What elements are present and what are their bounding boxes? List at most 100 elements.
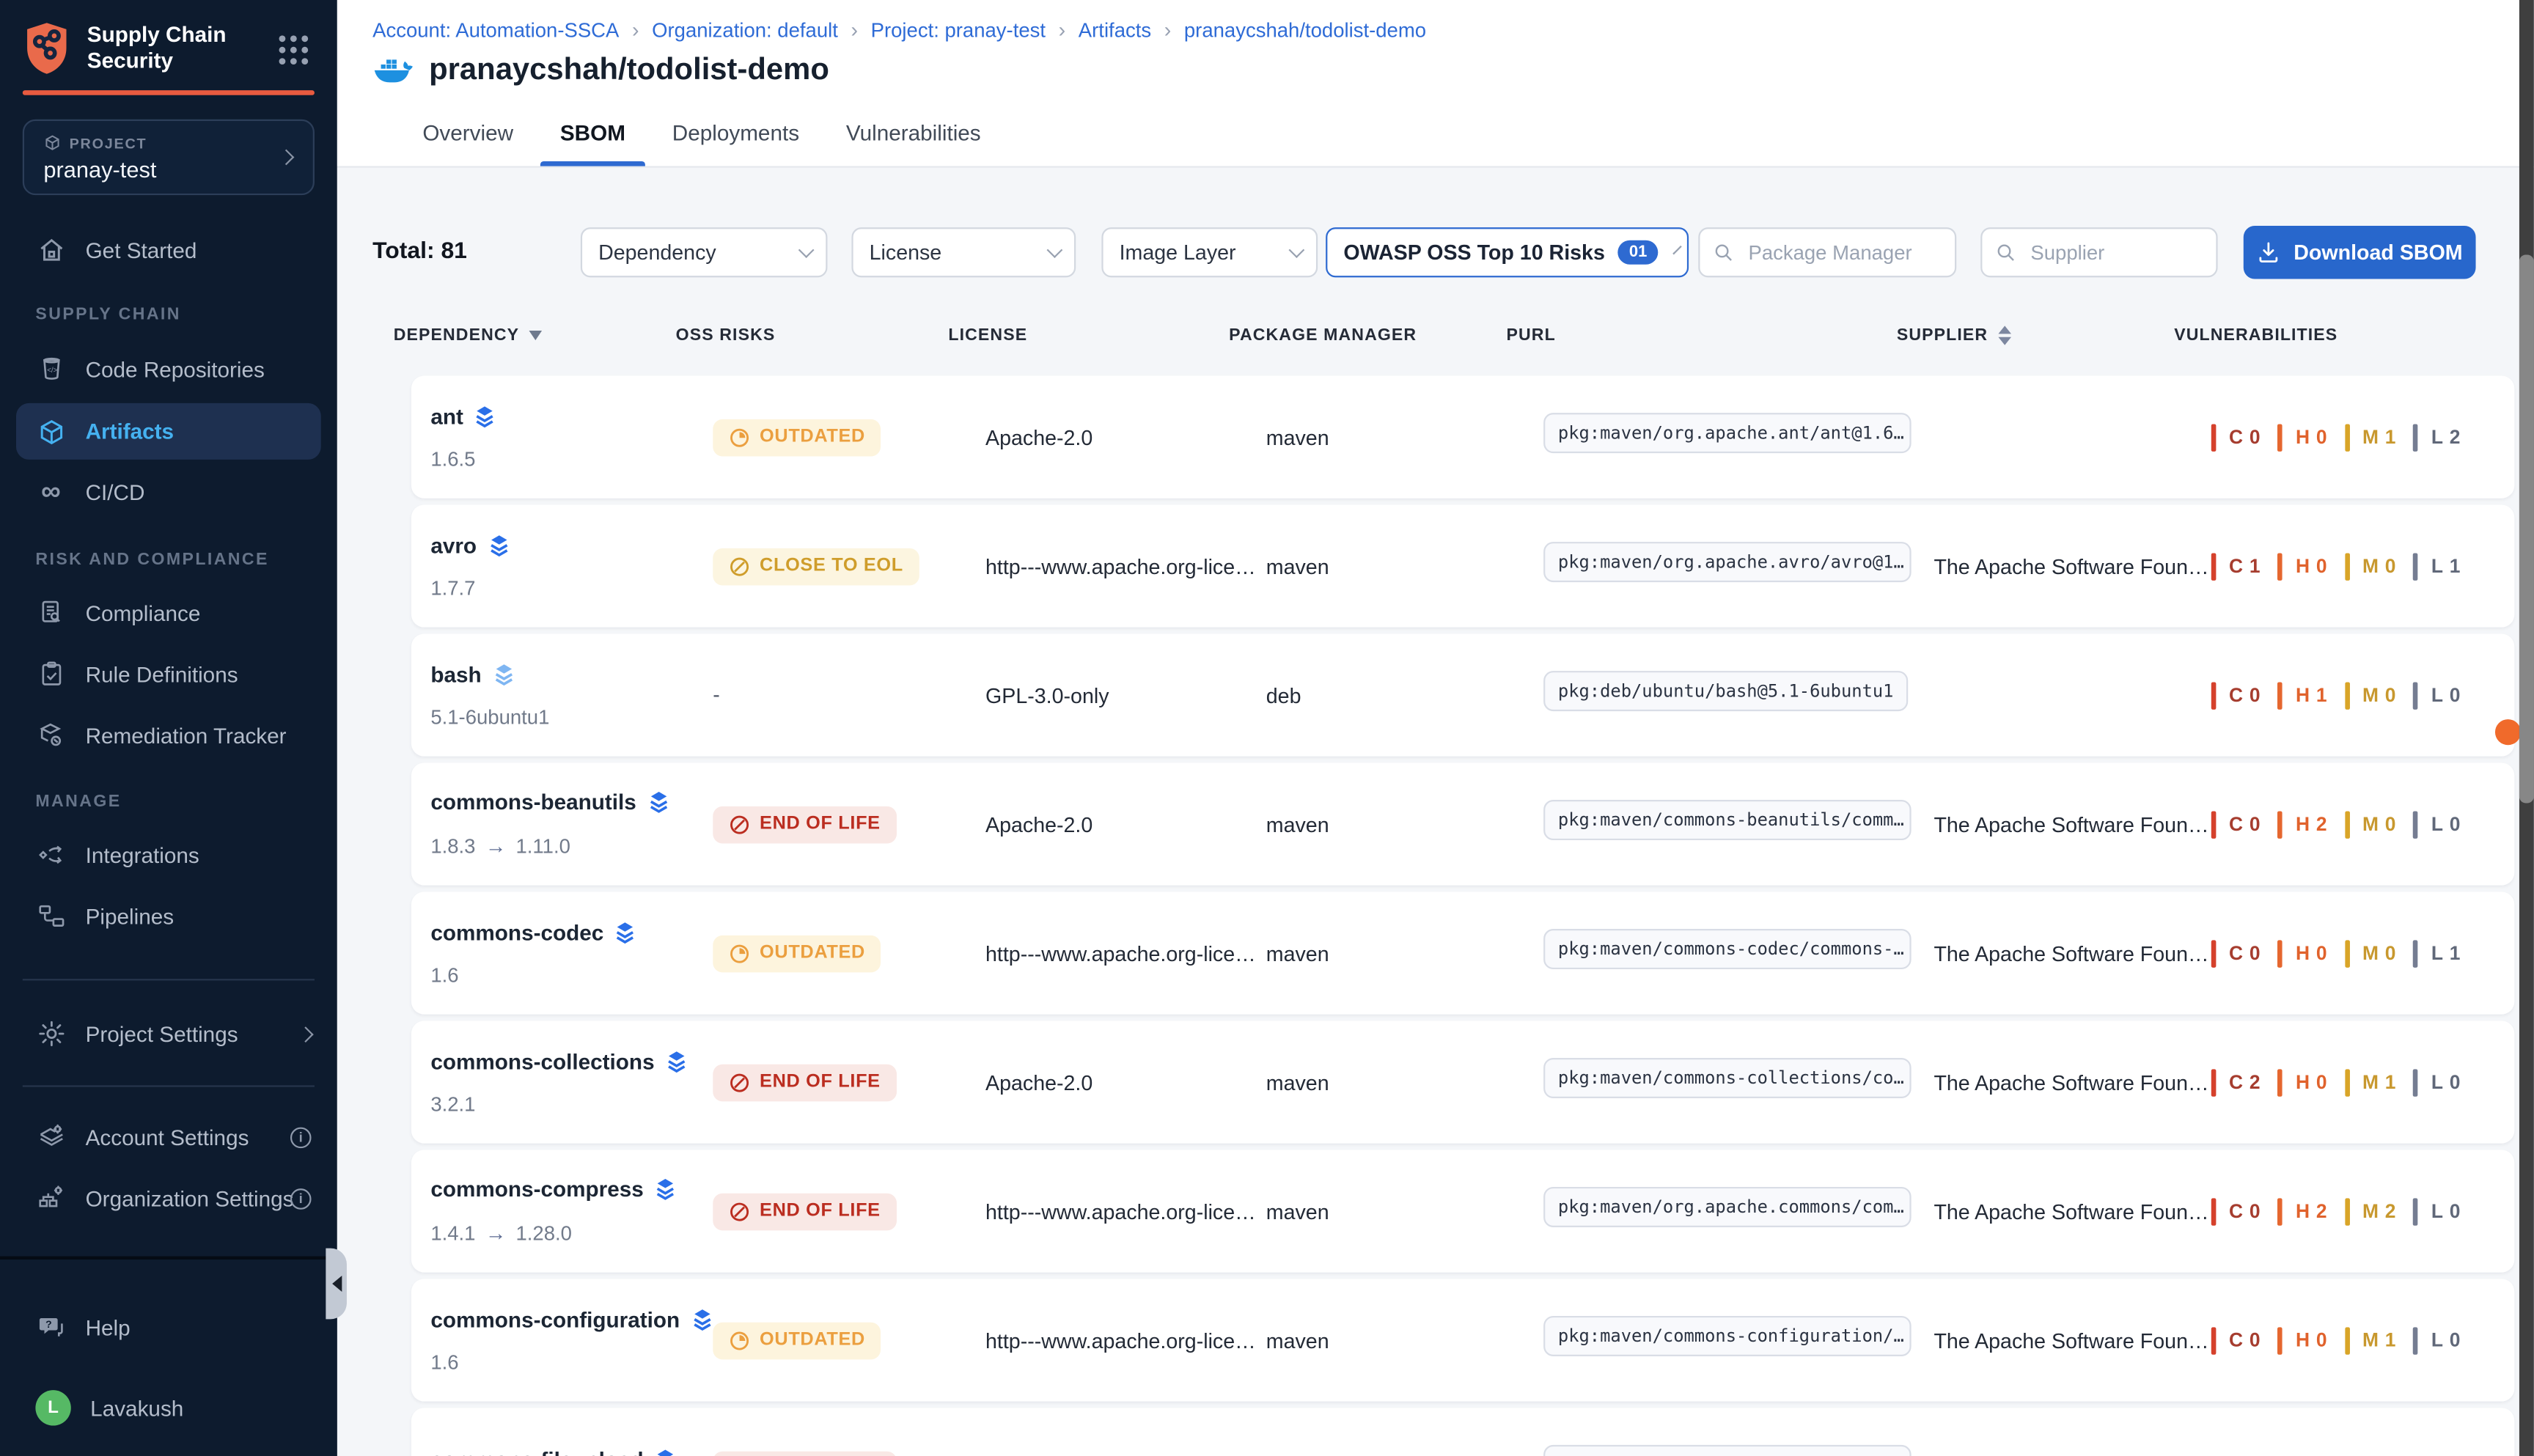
sidebar-collapse-handle[interactable] bbox=[326, 1249, 347, 1320]
table-row[interactable]: ant 1.6.5 OUTDATED Apache-2.0 maven pkg:… bbox=[411, 376, 2514, 499]
owasp-count-badge: 01 bbox=[1617, 240, 1658, 265]
user-name: Lavakush bbox=[90, 1396, 183, 1420]
dependency-cell: commons-configuration 1.6 bbox=[430, 1307, 713, 1373]
layers-icon bbox=[655, 1177, 676, 1202]
purl-chip[interactable]: pkg:maven/commons-beanutils/comm… bbox=[1543, 800, 1911, 840]
column-dependency[interactable]: DEPENDENCY bbox=[394, 326, 676, 345]
dependency-cell: commons-codec 1.6 bbox=[430, 920, 713, 986]
purl-chip[interactable]: pkg:maven/commons-collections/co… bbox=[1543, 1058, 1911, 1098]
purl-chip[interactable]: pkg:maven/org.apache.avro/avro@1… bbox=[1543, 542, 1911, 582]
medium-count: M0 bbox=[2345, 552, 2396, 579]
tab-deployments[interactable]: Deployments bbox=[672, 121, 799, 166]
image-layer-filter-dropdown[interactable]: Image Layer bbox=[1101, 227, 1318, 277]
breadcrumb-separator: › bbox=[851, 18, 858, 42]
tab-overview[interactable]: Overview bbox=[422, 121, 513, 166]
oss-risk-badge: OUTDATED bbox=[713, 935, 881, 972]
table-row[interactable]: avro 1.7.7 CLOSE TO EOL http---www.apach… bbox=[411, 505, 2514, 628]
page-title: pranaycshah/todolist-demo bbox=[429, 54, 829, 89]
sidebar-item-cicd[interactable]: ∞ CI/CD bbox=[0, 468, 337, 516]
breadcrumb-artifact-name[interactable]: pranaycshah/todolist-demo bbox=[1184, 18, 1426, 41]
breadcrumb-separator: › bbox=[1164, 18, 1172, 42]
breadcrumb-project[interactable]: Project: pranay-test bbox=[871, 18, 1046, 41]
oss-risk-label: END OF LIFE bbox=[760, 1073, 881, 1092]
vulnerabilities-cell: C0 H2 M2 L0 bbox=[2211, 1197, 2515, 1224]
column-supplier[interactable]: SUPPLIER bbox=[1897, 326, 2174, 345]
sidebar-item-organization-settings[interactable]: Organization Settings i bbox=[0, 1174, 337, 1222]
oss-risk-cell: - bbox=[713, 680, 985, 710]
collapse-arrow-icon bbox=[331, 1276, 341, 1292]
tab-vulnerabilities[interactable]: Vulnerabilities bbox=[846, 121, 981, 166]
sidebar-item-code-repositories[interactable]: </> Code Repositories bbox=[0, 345, 337, 394]
sidebar-item-integrations[interactable]: Integrations bbox=[0, 831, 337, 879]
project-selector[interactable]: PROJECT pranay-test bbox=[23, 120, 315, 195]
high-count: H2 bbox=[2278, 810, 2327, 837]
table-row[interactable]: bash 5.1-6ubuntu1 - GPL-3.0-only deb pkg… bbox=[411, 633, 2514, 756]
medium-count: M0 bbox=[2345, 939, 2396, 966]
sidebar-item-account-settings[interactable]: Account Settings i bbox=[0, 1113, 337, 1161]
module-switcher-icon[interactable] bbox=[279, 35, 309, 65]
sidebar-divider bbox=[23, 1085, 315, 1087]
chevron-right-icon bbox=[298, 1026, 314, 1042]
table-row[interactable]: commons-codec 1.6 OUTDATED http---www.ap… bbox=[411, 891, 2514, 1014]
license-cell: GPL-3.0-only bbox=[985, 683, 1266, 707]
breadcrumb-account[interactable]: Account: Automation-SSCA bbox=[372, 18, 619, 41]
high-count: H0 bbox=[2278, 1326, 2327, 1353]
table-header: DEPENDENCY OSS RISKS LICENSE PACKAGE MAN… bbox=[374, 320, 2477, 352]
sidebar-item-label: Code Repositories bbox=[86, 357, 265, 381]
user-menu[interactable]: L Lavakush bbox=[0, 1383, 337, 1432]
oss-risk-badge: - bbox=[713, 682, 720, 706]
sidebar-item-rule-definitions[interactable]: Rule Definitions bbox=[0, 650, 337, 698]
purl-chip[interactable]: pkg:maven/org.apache.commons/com… bbox=[1543, 1187, 1911, 1227]
sidebar-item-compliance[interactable]: Compliance bbox=[0, 589, 337, 637]
table-row[interactable]: commons-beanutils 1.8.3→1.11.0 END OF LI… bbox=[411, 762, 2514, 885]
supplier-cell: The Apache Software Foun… bbox=[1933, 812, 2211, 837]
table-row[interactable]: commons-collections 3.2.1 END OF LIFE Ap… bbox=[411, 1021, 2514, 1143]
purl-chip[interactable]: pkg:maven/commons-fileupload/com… bbox=[1543, 1445, 1911, 1456]
purl-chip[interactable]: pkg:maven/commons-configuration/… bbox=[1543, 1316, 1911, 1356]
scrollbar-track[interactable] bbox=[2519, 0, 2534, 1456]
breadcrumb-artifacts[interactable]: Artifacts bbox=[1079, 18, 1151, 41]
sidebar-section-supply-chain: SUPPLY CHAIN bbox=[35, 305, 180, 324]
tab-sbom[interactable]: SBOM bbox=[560, 121, 625, 166]
feedback-widget-dot[interactable] bbox=[2495, 719, 2521, 745]
table-row[interactable]: commons-compress 1.4.1→1.28.0 END OF LIF… bbox=[411, 1150, 2514, 1272]
breadcrumb: Account: Automation-SSCA › Organization:… bbox=[372, 18, 1426, 42]
purl-chip[interactable]: pkg:maven/commons-codec/commons-… bbox=[1543, 929, 1911, 969]
package-manager-search-input[interactable] bbox=[1745, 240, 1942, 265]
no-entry-icon bbox=[729, 556, 750, 577]
high-count: H0 bbox=[2278, 939, 2327, 966]
dependency-cell: commons-collections 3.2.1 bbox=[430, 1049, 713, 1115]
download-sbom-button[interactable]: Download SBOM bbox=[2244, 226, 2476, 279]
purl-cell: pkg:maven/commons-configuration/… bbox=[1543, 1316, 1933, 1364]
sidebar-item-get-started[interactable]: Get Started bbox=[0, 226, 337, 274]
sidebar-item-project-settings[interactable]: Project Settings bbox=[0, 1010, 337, 1058]
sidebar-item-pipelines[interactable]: Pipelines bbox=[0, 891, 337, 940]
sidebar-item-remediation-tracker[interactable]: Remediation Tracker bbox=[0, 711, 337, 760]
dependency-cell: avro 1.7.7 bbox=[430, 533, 713, 599]
svg-text:?: ? bbox=[45, 1318, 51, 1330]
license-filter-dropdown[interactable]: License bbox=[851, 227, 1076, 277]
scrollbar-thumb[interactable] bbox=[2519, 255, 2534, 804]
table-row[interactable]: commons-fileupload END OF LIFE Apache-2.… bbox=[411, 1408, 2514, 1456]
dependency-filter-dropdown[interactable]: Dependency bbox=[581, 227, 828, 277]
owasp-risks-filter-dropdown[interactable]: OWASP OSS Top 10 Risks 01 bbox=[1326, 227, 1689, 277]
purl-chip[interactable]: pkg:maven/org.apache.ant/ant@1.6… bbox=[1543, 413, 1911, 453]
table-row[interactable]: commons-configuration 1.6 OUTDATED http-… bbox=[411, 1279, 2514, 1401]
dependency-name: ant bbox=[430, 404, 463, 428]
docker-icon bbox=[372, 55, 414, 87]
oss-risk-cell: END OF LIFE bbox=[713, 1451, 985, 1456]
sidebar-item-artifacts[interactable]: Artifacts bbox=[16, 403, 321, 460]
license-cell: Apache-2.0 bbox=[985, 425, 1266, 449]
critical-count: C0 bbox=[2211, 810, 2261, 837]
supplier-search-input[interactable] bbox=[2027, 240, 2203, 265]
breadcrumb-organization[interactable]: Organization: default bbox=[652, 18, 838, 41]
oss-risk-badge: END OF LIFE bbox=[713, 1193, 896, 1230]
sidebar-item-help[interactable]: ? Help bbox=[0, 1303, 337, 1351]
purl-chip[interactable]: pkg:deb/ubuntu/bash@5.1-6ubuntu1 bbox=[1543, 671, 1908, 711]
package-manager-cell: maven bbox=[1266, 554, 1543, 578]
sidebar-item-label: Get Started bbox=[86, 238, 197, 262]
account-settings-icon bbox=[35, 1122, 66, 1152]
column-oss-risks: OSS RISKS bbox=[676, 326, 949, 345]
purl-cell: pkg:deb/ubuntu/bash@5.1-6ubuntu1 bbox=[1543, 671, 1933, 719]
svg-text:</>: </> bbox=[46, 367, 57, 375]
